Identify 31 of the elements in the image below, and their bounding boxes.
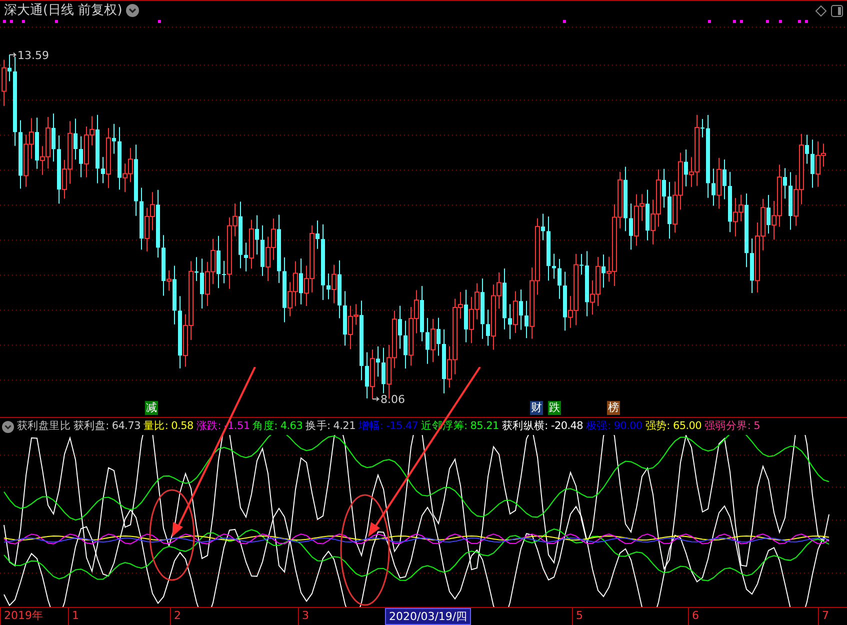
indicator-value: 量比: 0.58: [143, 418, 194, 434]
dropdown-icon[interactable]: [2, 420, 14, 432]
axis-label: 2020/03/19/四: [385, 608, 472, 625]
indicator-value: 获利纵横: -20.48: [502, 418, 584, 434]
indicator-name: 获利盘里比: [17, 418, 71, 434]
panel-toggle-icon[interactable]: [831, 4, 843, 16]
indicator-value: 角度: 4.63: [252, 418, 303, 434]
signal-tag: 财: [530, 401, 543, 415]
high-price-label: 13.59: [18, 50, 49, 61]
indicator-value: 强弱分界: 5: [704, 418, 760, 434]
indicator-value: 获利盘: 64.73: [74, 418, 140, 434]
signal-tag: 减: [145, 401, 158, 415]
leader-line: [9, 52, 17, 58]
signal-tag: 跌: [548, 401, 561, 415]
axis-label: 6: [688, 608, 702, 625]
signal-tag: 榜: [607, 401, 620, 415]
indicator-value: 强势: 65.00: [645, 418, 702, 434]
leader-line: [372, 396, 380, 402]
indicator-value: 换手: 4.21: [306, 418, 356, 434]
low-price-label: 8.06: [380, 394, 405, 405]
axis-label: 5: [572, 608, 586, 625]
indicator-value: 极强: 90.00: [586, 418, 642, 434]
chart-title: 深大通(日线 前复权): [4, 2, 122, 20]
diamond-icon[interactable]: [815, 4, 827, 16]
axis-label: 2: [170, 608, 184, 625]
axis-label: 1: [68, 608, 82, 625]
axis-label: 3: [298, 608, 312, 625]
indicator-value: 增幅: -15.47: [358, 418, 418, 434]
axis-label: 7: [818, 608, 832, 625]
dropdown-icon[interactable]: [126, 4, 140, 17]
axis-label: 2019年: [0, 608, 46, 625]
